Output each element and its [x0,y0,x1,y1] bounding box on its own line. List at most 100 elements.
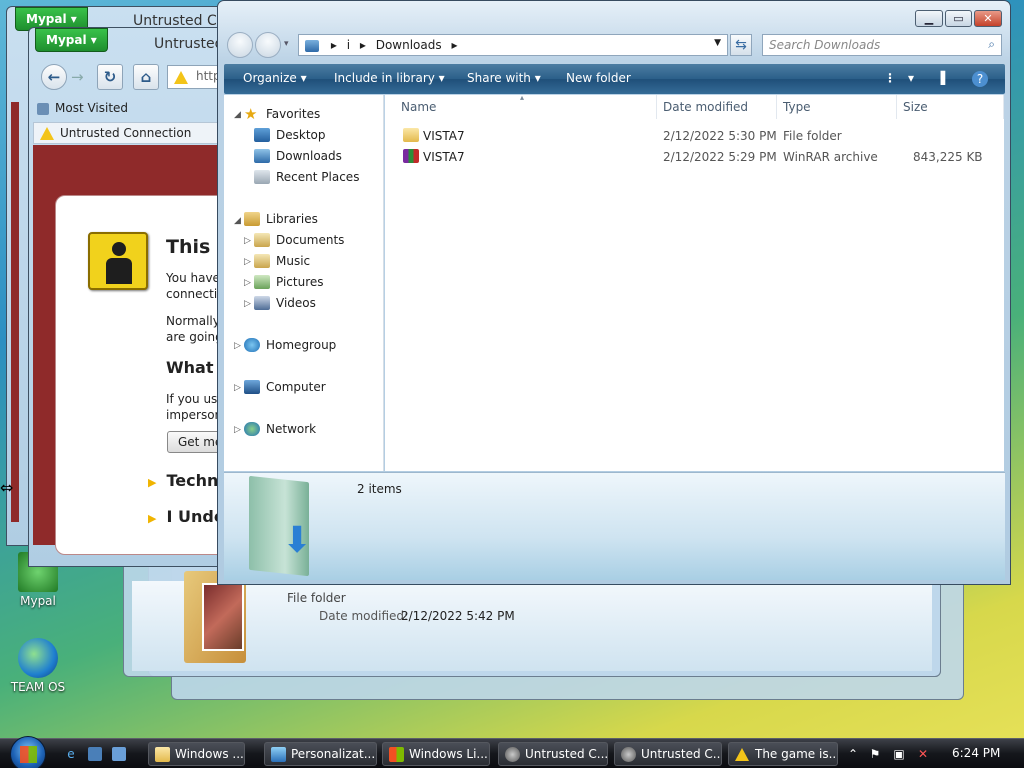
desktop-icon-team-os[interactable]: TEAM OS [8,638,68,694]
personalization-icon [271,747,286,762]
include-in-library-button[interactable]: Include in library ▾ [334,71,445,85]
close-button[interactable]: ✕ [974,10,1002,27]
mypal-icon [505,747,520,762]
mypal-window-front[interactable]: Mypal ▾ Untrusted ← → ↻ ⌂ http Most Visi… [28,27,228,567]
sort-ascending-icon: ▴ [520,93,525,102]
music-icon [254,254,270,268]
taskbar-button-untrusted-1[interactable]: Untrusted C... [498,742,608,766]
expand-arrow-icon[interactable]: ▷ [234,425,241,435]
bookmark-icon [37,102,49,115]
column-header-name[interactable]: Name [395,95,657,119]
nav-videos[interactable]: Videos [254,296,316,310]
breadcrumb-separator: ▸ [451,38,458,52]
taskbar-button-windows-live[interactable]: Windows Li... [382,742,490,766]
taskbar-button-windows-explorer[interactable]: Windows ... [148,742,245,766]
forward-button[interactable] [255,32,281,58]
collapse-arrow-icon[interactable]: ◢ [234,110,241,120]
taskbar-button-game-warning[interactable]: The game is... [728,742,838,766]
nav-downloads[interactable]: Downloads [254,149,342,163]
technical-details-expander[interactable]: ▶ Techn [148,471,218,490]
back-button[interactable] [227,32,253,58]
expand-arrow-icon[interactable]: ▷ [234,383,241,393]
address-bar[interactable]: ▸ i ▸ Downloads ▸ ▼ [298,34,728,56]
warning-icon [40,127,54,140]
view-dropdown-icon[interactable]: ▾ [908,71,914,85]
file-date: 2/12/2022 5:29 PM [663,150,777,164]
network-tray-icon[interactable]: ▣ [892,747,906,761]
share-with-button[interactable]: Share with ▾ [467,71,541,85]
file-row[interactable]: VISTA7 2/12/2022 5:29 PM WinRAR archive … [385,147,1004,167]
understand-risks-expander[interactable]: ▶ I Unde [148,507,225,526]
column-header-type[interactable]: Type [777,95,897,119]
column-header-date-modified[interactable]: Date modified [657,95,777,119]
star-icon: ★ [244,105,258,123]
mypal-menu-button[interactable]: Mypal ▾ [35,28,108,52]
column-header-size[interactable]: Size [897,95,1004,119]
libraries-icon [244,212,260,226]
expand-arrow-icon[interactable]: ▷ [244,278,251,288]
collapse-arrow-icon[interactable]: ◢ [234,216,241,226]
address-dropdown-icon[interactable]: ▼ [714,38,721,48]
bookmark-most-visited[interactable]: Most Visited [37,101,128,115]
photo-thumbnail [202,583,244,651]
volume-muted-icon[interactable]: ✕ [916,747,930,761]
details-pane: ⬇ 2 items [224,472,1005,580]
nav-documents[interactable]: Documents [254,233,344,247]
tab-untrusted-connection[interactable]: Untrusted Connection [33,122,223,144]
nav-pictures[interactable]: Pictures [254,275,324,289]
folder-icon [403,128,419,142]
reload-button[interactable]: ↻ [97,64,123,90]
homegroup-icon [244,338,260,352]
new-folder-button[interactable]: New folder [566,71,631,85]
home-button[interactable]: ⌂ [133,64,159,90]
nav-computer[interactable]: Computer [244,380,326,394]
nav-network[interactable]: Network [244,422,316,436]
folder-icon [155,747,170,762]
minimize-icon: ▁ [924,12,934,25]
pictures-icon [254,275,270,289]
back-button[interactable]: ← [41,64,67,90]
taskbar-button-personalization[interactable]: Personalizat... [264,742,377,766]
expand-arrow-icon[interactable]: ▷ [244,257,251,267]
forward-button[interactable]: → [71,68,84,86]
winrar-archive-icon [403,149,419,163]
nav-recent-places[interactable]: Recent Places [254,170,359,184]
expand-arrow-icon[interactable]: ▷ [244,299,251,309]
triangle-right-icon: ▶ [148,476,157,489]
minimize-button[interactable]: ▁ [915,10,943,27]
expand-arrow-icon[interactable]: ▷ [234,341,241,351]
nav-music[interactable]: Music [254,254,310,268]
refresh-button[interactable]: ⇆ [730,34,752,56]
taskbar-button-untrusted-2[interactable]: Untrusted C... [614,742,722,766]
recent-places-icon [254,170,270,184]
nav-homegroup[interactable]: Homegroup [244,338,336,352]
breadcrumb-drive[interactable]: i [347,38,350,52]
preview-pane-icon[interactable]: ▐ [936,71,945,85]
expand-arrow-icon[interactable]: ▷ [244,236,251,246]
organize-button[interactable]: Organize ▾ [243,71,307,85]
nav-desktop[interactable]: Desktop [254,128,326,142]
desktop-icon [254,128,270,142]
file-row[interactable]: VISTA7 2/12/2022 5:30 PM File folder [385,126,1004,146]
error-text-1: You have [166,271,220,285]
file-name: VISTA7 [423,129,465,143]
recent-pages-dropdown[interactable]: ▾ [284,39,289,49]
explorer-window[interactable]: ▁ ▭ ✕ ▾ ▸ i ▸ Downloads ▸ ▼ ⇆ Search Dow… [217,0,1011,585]
nav-libraries[interactable]: Libraries [244,212,318,226]
nav-favorites[interactable]: ★ Favorites [244,105,320,123]
clock[interactable]: 6:24 PM [952,746,1000,760]
switch-windows-icon[interactable] [112,747,126,761]
error-text-2: connectio [166,287,225,301]
start-button[interactable] [10,736,46,768]
help-icon[interactable]: ? [972,71,988,87]
show-hidden-icons-icon[interactable]: ⌃ [846,747,860,761]
documents-icon [254,233,270,247]
resize-cursor-icon: ⇔ [0,478,14,497]
ie-icon[interactable]: e [64,747,78,761]
search-input[interactable]: Search Downloads ⌕ [762,34,1002,56]
show-desktop-icon[interactable] [88,747,102,761]
breadcrumb-downloads[interactable]: Downloads [376,38,442,52]
view-options-icon[interactable]: ⋮ [884,71,896,85]
maximize-button[interactable]: ▭ [945,10,972,27]
action-center-flag-icon[interactable]: ⚑ [868,747,882,761]
